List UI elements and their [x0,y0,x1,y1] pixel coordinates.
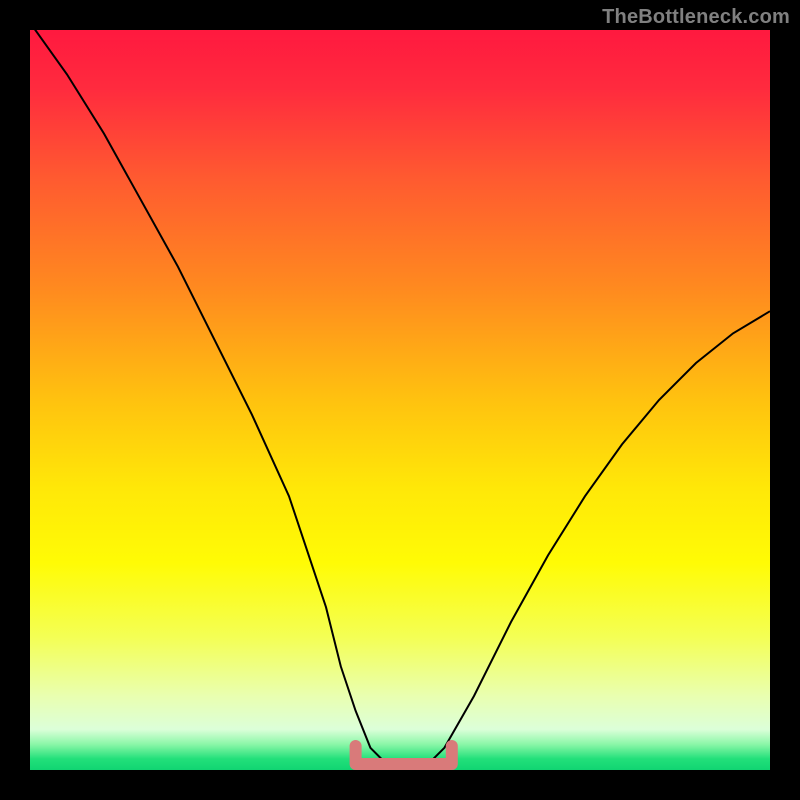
chart-svg [0,0,800,800]
watermark-text: TheBottleneck.com [602,6,790,29]
chart-stage: TheBottleneck.com [0,0,800,800]
